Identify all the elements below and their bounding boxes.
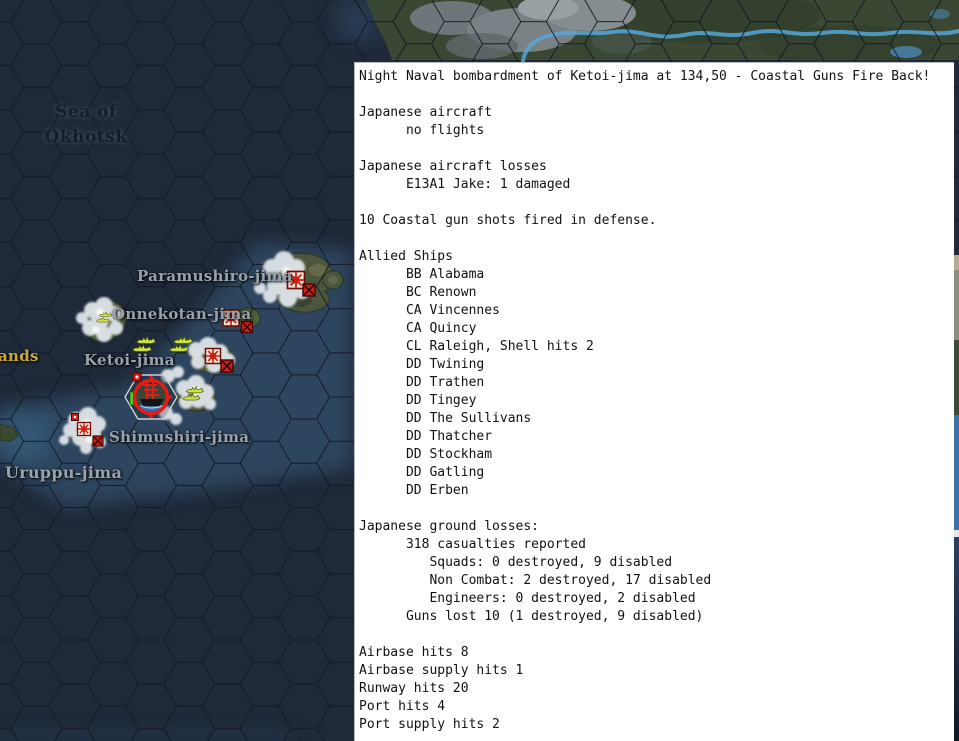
japanese-marker-icon-shimushiri[interactable]: [71, 413, 79, 421]
warship-silhouette: [140, 399, 164, 406]
label-onnekotan-jima: Onnekotan-jima: [112, 305, 252, 323]
label-islands-partial: ands: [0, 347, 39, 365]
sea-label-line2: Okhotsk: [44, 127, 128, 147]
combat-report-panel[interactable]: Night Naval bombardment of Ketoi-jima at…: [354, 62, 954, 741]
japanese-garrison-icon-harumukotan[interactable]: [240, 320, 254, 334]
sea-label-line1: Sea of: [55, 102, 117, 122]
combat-report-text: Night Naval bombardment of Ketoi-jima at…: [359, 69, 931, 732]
japanese-base-icon-shimushiri[interactable]: [76, 421, 92, 437]
label-paramushiro-jima: Paramushiro-jima: [137, 267, 293, 285]
label-shimushiri-jima: Shimushiri-jima: [109, 428, 250, 446]
japanese-base-icon-matsuwa[interactable]: [204, 347, 222, 365]
sea-of-okhotsk-label: Sea of Okhotsk: [38, 100, 134, 150]
label-ketoi-jima: Ketoi-jima: [84, 351, 175, 369]
japanese-garrison-icon-shimushiri[interactable]: [92, 435, 104, 447]
map-edge-sliver: [954, 255, 959, 741]
game-screen: Sea of Okhotsk Paramushiro-jima Onnekotan…: [0, 0, 959, 741]
kamchatka-landmass: [366, 0, 959, 65]
japanese-garrison-icon-matsuwa[interactable]: [220, 359, 234, 373]
label-uruppu-jima: Uruppu-jima: [5, 463, 123, 482]
japanese-garrison-icon-paramushiro[interactable]: [302, 283, 316, 297]
supply-bar: [129, 391, 134, 406]
